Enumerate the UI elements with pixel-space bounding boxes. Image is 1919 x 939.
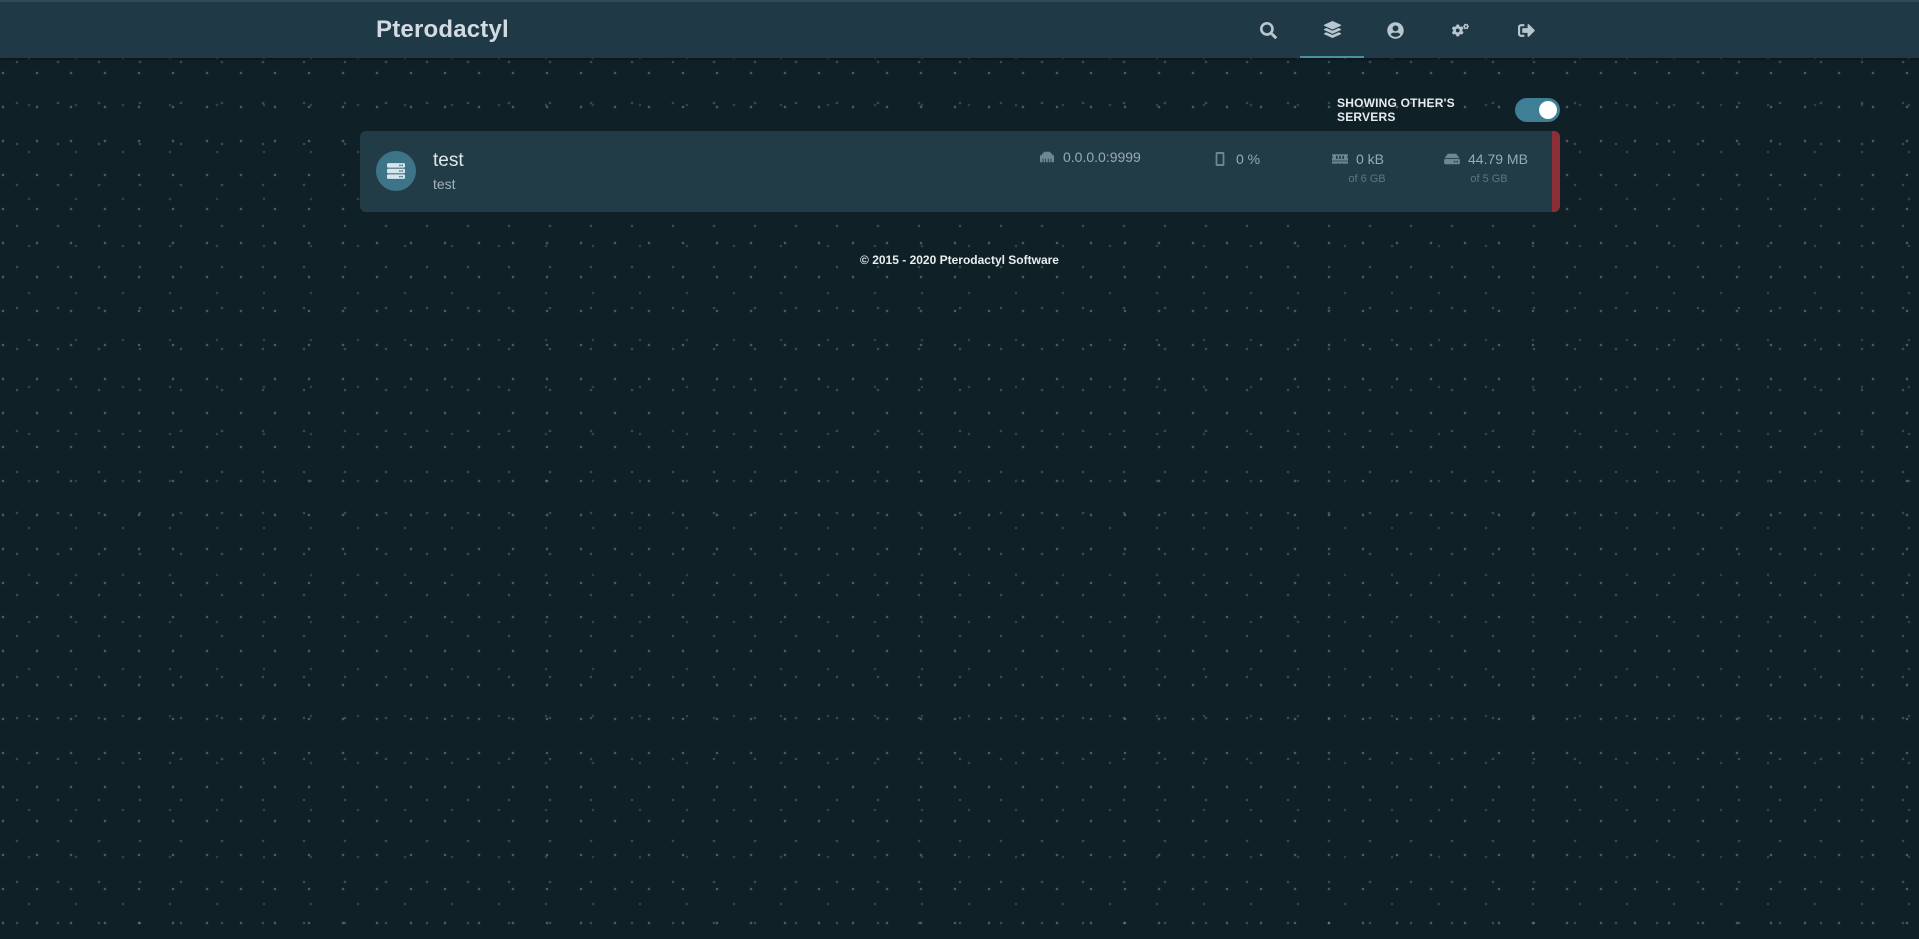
hdd-icon [1444,152,1460,166]
server-memory-limit: of 6 GB [1348,173,1386,185]
server-name: test [433,150,464,171]
server-cpu-stat: 0 % [1212,151,1260,191]
brand-logo-text[interactable]: Pterodactyl [376,16,509,44]
server-avatar [376,151,416,191]
nav-logout-button[interactable] [1494,2,1558,58]
nav-account-button[interactable] [1363,2,1427,58]
server-status-indicator [1552,131,1560,212]
nav-search-button[interactable] [1236,2,1300,58]
server-disk-limit: of 5 GB [1470,173,1508,185]
search-icon [1259,21,1277,39]
server-memory-stat: 0 kB of 6 GB [1332,151,1402,191]
server-icon [387,163,405,179]
nav-servers-button[interactable] [1300,2,1364,58]
memory-icon [1332,152,1348,166]
server-cpu: 0 % [1236,151,1261,167]
microchip-icon [1212,152,1228,166]
server-disk: 44.79 MB [1468,151,1528,167]
server-address-stat: 0.0.0.0:9999 [1039,149,1141,189]
server-disk-stat: 44.79 MB of 5 GB [1444,151,1534,191]
server-memory: 0 kB [1356,151,1385,167]
layers-icon [1323,20,1341,38]
others-servers-toggle[interactable] [1514,98,1560,122]
ethernet-icon [1039,150,1055,164]
user-circle-icon [1386,21,1404,39]
footer-copyright: © 2015 - 2020 Pterodactyl Software [860,253,1059,267]
nav-admin-button[interactable] [1428,2,1492,58]
others-servers-toggle-row: SHOWING OTHER'S SERVERS [1337,96,1560,124]
sign-out-icon [1517,23,1535,37]
server-address: 0.0.0.0:9999 [1063,149,1141,165]
others-servers-toggle-label: SHOWING OTHER'S SERVERS [1337,96,1455,124]
top-navbar: Pterodactyl [0,0,1919,58]
server-description: test [433,176,456,192]
toggle-knob [1539,101,1557,119]
server-card[interactable]: test test 0.0.0.0:9999 0 % 0 kB of 6 GB [360,131,1560,212]
cogs-icon [1451,23,1469,36]
